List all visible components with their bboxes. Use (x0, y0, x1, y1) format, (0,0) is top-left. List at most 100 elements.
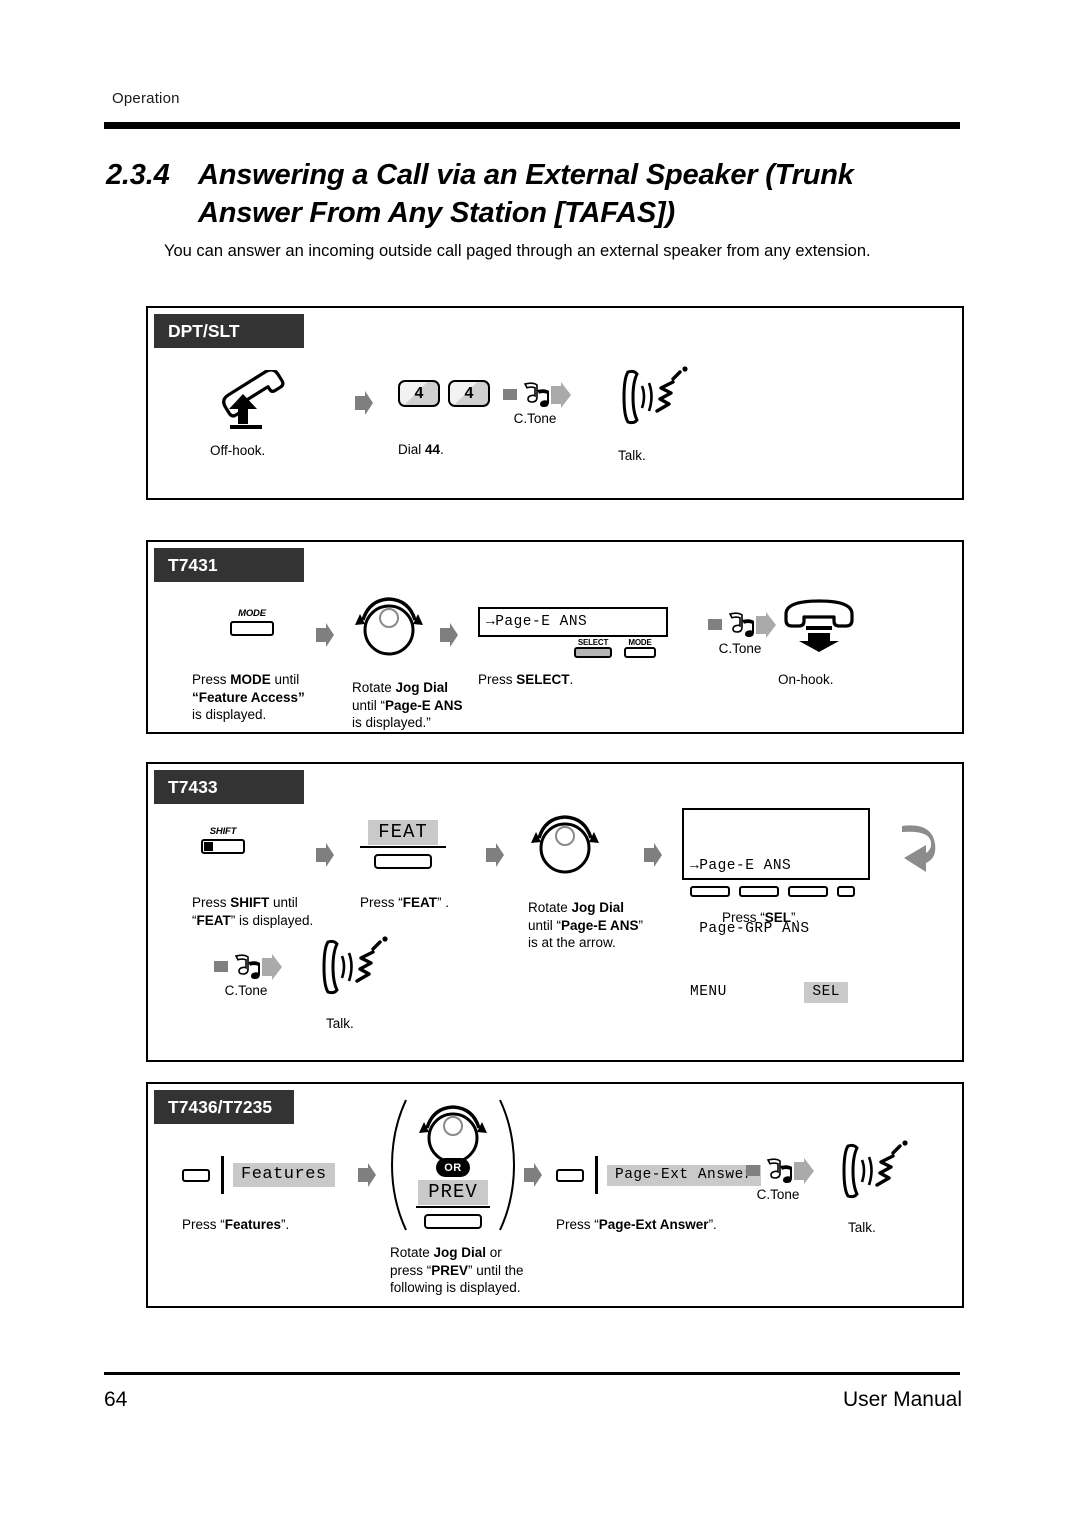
jog-cap-a: Rotate (352, 680, 396, 695)
shift-key[interactable]: SHIFT (192, 826, 254, 854)
features-cap-a: Press “ (182, 1217, 225, 1232)
jog-cap-c: until “ (528, 917, 562, 933)
panel-dpt-slt: DPT/SLT Off-hook. 4 4 Dial 44. C.Tone Ta… (146, 306, 964, 500)
feat-button-label: FEAT (368, 820, 438, 845)
lcd-line-1: →Page-E ANS (690, 858, 792, 874)
dial-key-1[interactable]: 4 (398, 380, 440, 407)
step-caption-select: Press SELECT. (478, 671, 708, 689)
softkey-row (690, 886, 922, 897)
flow-arrow-icon (314, 622, 336, 653)
step-caption-ctone: C.Tone (718, 641, 762, 656)
page-ext-label: Page-Ext Answer (607, 1164, 762, 1186)
panel-tab-t7433: T7433 (154, 770, 304, 804)
confirmation-tone-icon (503, 382, 613, 413)
mode-cap-3: is displayed. (192, 707, 267, 722)
mode-softkey[interactable]: MODE (624, 638, 656, 658)
feat-cap-c: ” . (437, 895, 450, 910)
shift-cap-a: Press (192, 895, 231, 910)
manual-page: Operation 2.3.4 Answering a Call via an … (0, 0, 1080, 1528)
shift-cap-c: until (269, 895, 298, 910)
feat-softkey[interactable] (374, 854, 432, 869)
page-title: 2.3.4 Answering a Call via an External S… (106, 156, 986, 232)
panel-tab-dpt-slt: DPT/SLT (154, 314, 304, 348)
jog-cap-f: is at the arrow. (528, 935, 616, 950)
features-cap-b: Features (224, 1217, 282, 1232)
sel-cap-c: ”. (791, 910, 800, 925)
jog-dial-icon[interactable] (416, 1100, 490, 1167)
mode-key-label: MODE (238, 608, 266, 619)
step-press-sel: →Page-E ANS Page-GRP ANS MENU SEL Press … (682, 808, 922, 1003)
step-press-mode: MODE Press MODE until “Feature Access” i… (192, 608, 312, 724)
title-line-1: Answering a Call via an External Speaker… (198, 159, 854, 191)
jog-cap-d: Page-E ANS (385, 697, 463, 713)
features-softkey[interactable] (182, 1168, 210, 1182)
footer-manual-label: User Manual (842, 1388, 962, 1411)
softkey-4[interactable] (837, 886, 855, 897)
jogprev-cap-e: PREV (431, 1262, 469, 1278)
step-caption-page-ext: Press “Page-Ext Answer”. (556, 1216, 816, 1234)
features-divider (221, 1156, 224, 1194)
talk-handset-icon (618, 366, 728, 433)
jog-cap-b: Jog Dial (395, 680, 449, 695)
wrap-arrow-icon (896, 822, 948, 883)
pageext-cap-c: ”. (708, 1217, 717, 1232)
confirmation-tone-icon (214, 954, 324, 985)
jog-dial-icon[interactable] (352, 590, 482, 661)
flow-arrow-icon (642, 842, 664, 873)
step-talk: Talk. (838, 1140, 948, 1237)
lcd-line-3: MENU SEL (690, 982, 862, 1003)
step-caption-talk: Talk. (326, 1016, 354, 1031)
jogprev-cap-b: Jog Dial (433, 1245, 487, 1260)
softkey-1[interactable] (690, 886, 730, 897)
jogprev-cap-f: ” until the (468, 1262, 524, 1278)
step-press-feat: FEAT Press “FEAT” . (360, 820, 500, 912)
select-softkey[interactable]: SELECT (574, 638, 612, 658)
prev-button[interactable]: PREV (416, 1180, 490, 1229)
flow-arrow-icon (438, 622, 460, 653)
select-cap-c: . (569, 672, 574, 687)
shift-cap-b: SHIFT (230, 895, 270, 910)
page-ext-softkey[interactable] (556, 1168, 584, 1182)
mode-softkey-body[interactable] (624, 647, 656, 658)
select-cap-a: Press (478, 672, 517, 687)
step-caption-features: Press “Features”. (182, 1216, 372, 1234)
flow-arrow-icon (356, 1162, 378, 1193)
features-cap-c: ”. (281, 1217, 290, 1232)
mode-cap-2: “Feature Access” (192, 689, 305, 705)
step-confirmation-tone: C.Tone (214, 954, 324, 998)
dial-key-2[interactable]: 4 (448, 380, 490, 407)
step-press-features: Features Press “Features”. (182, 1156, 372, 1234)
mode-key[interactable]: MODE (192, 608, 312, 636)
title-line-2: Answer From Any Station [TAFAS]) (198, 197, 675, 229)
feat-button[interactable]: FEAT (360, 820, 446, 869)
shift-cap-f: ” is displayed. (230, 912, 314, 928)
mode-key-body[interactable] (230, 621, 274, 636)
step-caption-shift: Press SHIFT until “FEAT” is displayed. (192, 894, 342, 929)
step-talk: Talk. (618, 366, 728, 465)
jog-cap-b: Jog Dial (571, 900, 625, 915)
prev-button-label: PREV (418, 1180, 488, 1205)
pageext-cap-a: Press “ (556, 1217, 599, 1232)
step-caption-jog-prev: Rotate Jog Dial or press “PREV” until th… (390, 1244, 586, 1297)
mode-cap-a: Press (192, 672, 231, 687)
or-badge: OR (436, 1158, 470, 1177)
shift-key-body[interactable] (201, 839, 245, 854)
select-softkey-body[interactable] (574, 647, 612, 658)
jogprev-cap-d: press “ (390, 1262, 432, 1278)
jog-cap-c: until “ (352, 697, 386, 713)
header-rule (104, 122, 960, 129)
prev-softkey[interactable] (424, 1214, 482, 1229)
flow-arrow-icon (522, 1162, 544, 1193)
panel-tab-t7436-t7235: T7436/T7235 (154, 1090, 294, 1124)
dial-cap-bold: 44 (425, 442, 441, 457)
onhook-handset-icon (778, 594, 898, 657)
softkey-2[interactable] (739, 886, 779, 897)
features-button[interactable]: Features (182, 1156, 372, 1194)
step-caption-feat: Press “FEAT” . (360, 894, 500, 912)
footer-page-number: 64 (104, 1388, 128, 1411)
lcd-display: →Page-E ANS Page-GRP ANS MENU SEL (682, 808, 870, 1003)
softkey-3-sel[interactable] (788, 886, 828, 897)
flow-arrow-icon (314, 842, 336, 873)
softkey-row: SELECT MODE (478, 637, 708, 663)
jogprev-cap-g: following is displayed. (390, 1280, 521, 1295)
